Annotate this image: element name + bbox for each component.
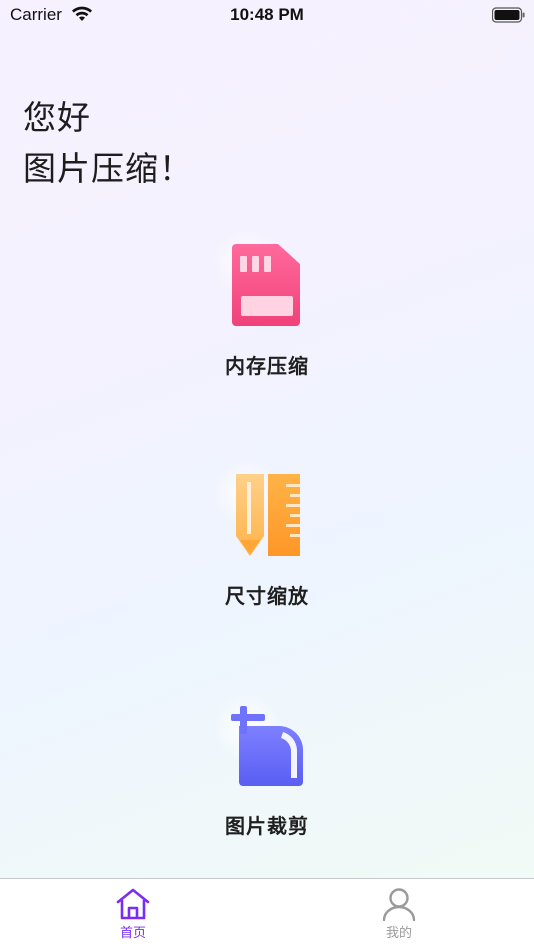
- image-crop-button[interactable]: 图片裁剪: [167, 692, 367, 839]
- status-bar: Carrier 10:48 PM: [0, 0, 534, 30]
- user-icon: [382, 888, 416, 921]
- memory-compress-label: 内存压缩: [225, 354, 309, 378]
- memory-compress-button[interactable]: 内存压缩: [167, 228, 367, 379]
- crop-icon: [231, 706, 303, 786]
- greeting-line-title: 图片压缩！: [23, 149, 193, 188]
- greeting: 您好 图片压缩！: [23, 92, 193, 194]
- memory-card-icon: [232, 244, 300, 326]
- size-scale-button[interactable]: 尺寸缩放: [167, 458, 367, 609]
- tab-me[interactable]: 我的: [359, 887, 439, 941]
- tab-bar: 首页 我的: [0, 878, 534, 950]
- tab-home-label: 首页: [119, 926, 146, 941]
- tab-home[interactable]: 首页: [93, 887, 173, 941]
- pencil-ruler-icon: [236, 474, 300, 556]
- home-icon: [116, 888, 150, 920]
- battery-icon: [492, 7, 525, 23]
- image-crop-label: 图片裁剪: [225, 814, 309, 838]
- greeting-line-hello: 您好: [23, 98, 91, 137]
- tab-me-label: 我的: [385, 926, 412, 941]
- clock: 10:48 PM: [230, 5, 304, 24]
- size-scale-label: 尺寸缩放: [225, 584, 309, 608]
